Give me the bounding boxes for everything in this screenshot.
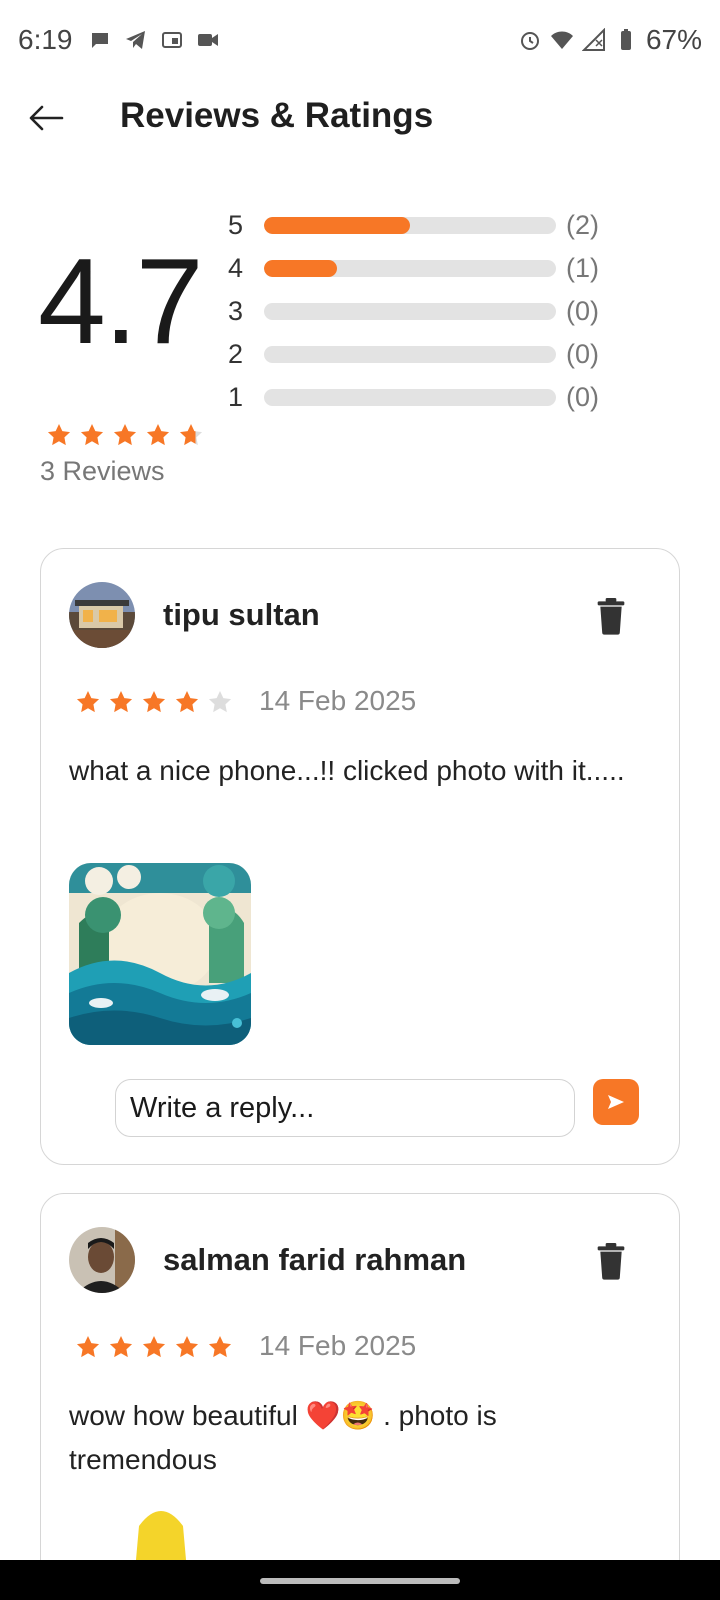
battery-icon [620, 29, 631, 50]
distribution-star-label: 4 [228, 253, 244, 283]
distribution-row: 4 (1) [228, 247, 628, 290]
star-icon [47, 423, 71, 446]
distribution-bar [264, 217, 556, 234]
battery-percentage: 67% [645, 24, 702, 55]
distribution-fill [264, 260, 337, 277]
distribution-count: (0) [566, 382, 599, 412]
system-navigation-bar [0, 1560, 720, 1600]
distribution-star-label: 5 [228, 210, 244, 240]
star-icon [76, 1335, 100, 1358]
avatar[interactable] [69, 1227, 135, 1293]
delete-review-button[interactable] [595, 1242, 627, 1280]
star-icon [113, 423, 137, 446]
home-gesture-handle[interactable] [260, 1578, 460, 1584]
review-text: wow how beautiful ❤️🤩 . photo is tremend… [69, 1400, 497, 1475]
review-stars [75, 689, 233, 715]
reviews-count: 3 Reviews [40, 456, 165, 486]
reviewer-name: tipu sultan [163, 597, 320, 632]
video-call-icon [198, 34, 218, 46]
wifi-icon [550, 31, 573, 49]
star-icon [109, 1335, 133, 1358]
distribution-bar [264, 303, 556, 320]
distribution-count: (2) [566, 210, 599, 240]
reviewer-name: salman farid rahman [163, 1242, 467, 1277]
distribution-star-label: 2 [228, 339, 244, 369]
page-title: Reviews & Ratings [120, 96, 434, 135]
review-card: salman farid rahman 14 Feb 2025 wow how … [40, 1193, 680, 1600]
arrow-back-icon [29, 105, 64, 131]
distribution-row: 3 (0) [228, 290, 628, 333]
distribution-row: 1 (0) [228, 376, 628, 419]
star-icon [80, 423, 104, 446]
distribution-bar [264, 389, 556, 406]
distribution-bar [264, 346, 556, 363]
star-icon [208, 1335, 232, 1358]
cast-icon [162, 32, 182, 48]
paper-art-ocean-image [69, 863, 251, 1045]
signal-icon [581, 28, 605, 51]
star-icon [179, 423, 203, 446]
person-photo-thumbnail [69, 1227, 135, 1293]
alarm-icon [520, 32, 539, 50]
distribution-count: (0) [566, 296, 599, 326]
star-icon [142, 690, 166, 713]
review-date: 14 Feb 2025 [259, 1330, 417, 1361]
send-icon [608, 1095, 624, 1109]
average-rating: 4.7 [38, 233, 204, 369]
telegram-icon [126, 31, 145, 49]
distribution-row: 2 (0) [228, 333, 628, 376]
rating-summary: 4.7 3 Reviews 5 (2) 4 (1) 3 (0) 2 (0) 1 … [0, 200, 720, 500]
review-text: what a nice phone...!! clicked photo wit… [69, 755, 625, 786]
chat-bubble-icon [92, 33, 108, 48]
app-bar: Reviews & Ratings [0, 84, 720, 150]
distribution-count: (0) [566, 339, 599, 369]
star-icon [109, 690, 133, 713]
status-system-icons: 67% [518, 24, 702, 56]
average-stars [46, 422, 204, 448]
avatar[interactable] [69, 582, 135, 648]
review-card: tipu sultan 14 Feb 2025 what a nice phon… [40, 548, 680, 1165]
status-bar: 6:19 67% [0, 0, 720, 84]
star-icon [175, 1335, 199, 1358]
rating-distribution: 5 (2) 4 (1) 3 (0) 2 (0) 1 (0) [228, 204, 628, 419]
star-icon [208, 690, 232, 713]
distribution-count: (1) [566, 253, 599, 283]
trash-icon [597, 598, 625, 635]
star-icon [142, 1335, 166, 1358]
review-date: 14 Feb 2025 [259, 685, 417, 716]
reply-input[interactable] [115, 1079, 575, 1137]
status-notification-icons [88, 28, 220, 52]
review-stars [75, 1334, 233, 1360]
trash-icon [597, 1243, 625, 1280]
distribution-star-label: 3 [228, 296, 244, 326]
star-icon [146, 423, 170, 446]
house-photo-thumbnail [69, 582, 135, 648]
star-icon [76, 690, 100, 713]
review-photo[interactable] [69, 863, 251, 1045]
status-time: 6:19 [18, 24, 73, 55]
send-reply-button[interactable] [593, 1079, 639, 1125]
distribution-fill [264, 217, 410, 234]
distribution-row: 5 (2) [228, 204, 628, 247]
delete-review-button[interactable] [595, 597, 627, 635]
back-button[interactable] [24, 98, 68, 138]
distribution-bar [264, 260, 556, 277]
star-icon [175, 690, 199, 713]
distribution-star-label: 1 [228, 382, 244, 412]
